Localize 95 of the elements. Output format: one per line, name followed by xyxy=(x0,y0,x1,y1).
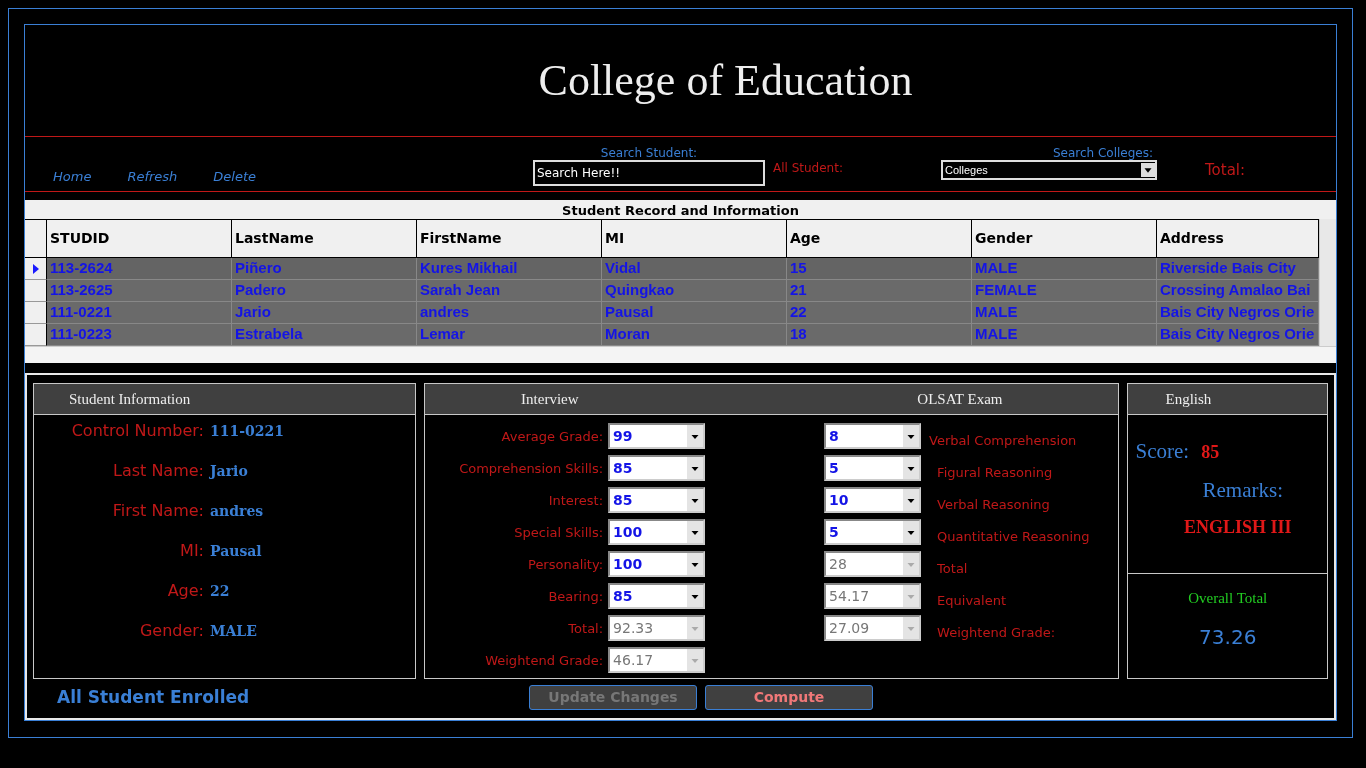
search-field[interactable]: Search Here!! xyxy=(533,160,765,186)
combo-box[interactable]: 10 xyxy=(824,487,922,513)
table-cell: Vidal xyxy=(602,258,787,280)
combo-box[interactable]: 8 xyxy=(824,423,922,449)
row-header[interactable] xyxy=(25,258,47,280)
horizontal-scrollbar[interactable] xyxy=(25,346,1336,363)
field-label: Comprehension Skills: xyxy=(459,460,604,476)
section-title: Student Information xyxy=(69,390,191,408)
field-label: Total xyxy=(937,560,968,576)
section-title: Interview xyxy=(521,390,579,408)
nav-link[interactable]: Refresh xyxy=(127,169,178,184)
field-value: 111-0221 xyxy=(210,423,284,439)
field-label: Bearing: xyxy=(548,588,604,604)
table-cell: 18 xyxy=(787,324,972,346)
field-label: Verbal Comprehension xyxy=(929,432,1077,448)
section-title: OLSAT Exam xyxy=(917,390,1003,408)
colleges-label: Search Colleges: xyxy=(1052,146,1153,160)
search-label: Search Student: xyxy=(600,146,698,160)
table-cell: 21 xyxy=(787,280,972,302)
table-cell: 113-2625 xyxy=(47,280,232,302)
table-cell: MALE xyxy=(972,258,1157,280)
table-cell: 15 xyxy=(787,258,972,280)
table-cell: 22 xyxy=(787,302,972,324)
field-label: Special Skills: xyxy=(514,524,604,540)
table-cell: Piñero xyxy=(232,258,417,280)
table-cell: Pausal xyxy=(602,302,787,324)
table-cell: Estrabela xyxy=(232,324,417,346)
combo-box[interactable]: 5 xyxy=(824,455,922,481)
table-cell: Jario xyxy=(232,302,417,324)
field-label: Total: xyxy=(568,620,604,636)
table-cell: Moran xyxy=(602,324,787,346)
table-cell: Kures Mikhail xyxy=(417,258,602,280)
table-cell: FEMALE xyxy=(972,280,1157,302)
remarks-label: Remarks: xyxy=(1202,478,1283,503)
field-label: Weightend Grade: xyxy=(485,652,604,668)
table-cell: MALE xyxy=(972,324,1157,346)
field-value: andres xyxy=(210,503,264,519)
score-value: 85 xyxy=(1201,442,1220,463)
vertical-scrollbar[interactable] xyxy=(1319,219,1336,346)
combo-box[interactable]: 85 xyxy=(608,487,706,513)
table-cell: 111-0223 xyxy=(47,324,232,346)
table-cell: Bais City Negros Orie xyxy=(1157,302,1319,324)
row-header[interactable] xyxy=(25,302,47,324)
total-label: Total: xyxy=(1205,161,1246,179)
table-cell: Bais City Negros Orie xyxy=(1157,324,1319,346)
table-cell: Padero xyxy=(232,280,417,302)
table-cell: MALE xyxy=(972,302,1157,324)
all-student-label: All Student: xyxy=(773,161,844,175)
field-value: MALE xyxy=(210,623,257,639)
remarks-value: ENGLISH III xyxy=(1183,517,1292,538)
section-title: English xyxy=(1165,390,1212,408)
field-label: Equivalent xyxy=(937,592,1007,608)
overall-total-label: Overall Total xyxy=(1188,590,1268,607)
field-label: MI: xyxy=(179,541,204,560)
field-label: Quantitative Reasoning xyxy=(937,528,1090,544)
row-header[interactable] xyxy=(25,324,47,346)
score-label: Score: xyxy=(1135,439,1190,464)
current-row-icon xyxy=(32,263,39,274)
table-cell: andres xyxy=(417,302,602,324)
table-cell: 111-0221 xyxy=(47,302,232,324)
table-cell: Quingkao xyxy=(602,280,787,302)
table-cell: Crossing Amalao Bai xyxy=(1157,280,1319,302)
combo-box[interactable]: 100 xyxy=(608,519,706,545)
field-label: Personality: xyxy=(528,556,604,572)
colleges-dropdown[interactable]: Colleges xyxy=(941,160,1157,180)
field-value: Jario xyxy=(210,463,248,479)
enrolled-status-text: All Student Enrolled xyxy=(57,687,251,707)
nav-link[interactable]: Home xyxy=(53,169,92,184)
combo-box[interactable]: 85 xyxy=(608,455,706,481)
combo-box[interactable]: 85 xyxy=(608,583,706,609)
nav-link[interactable]: Delete xyxy=(213,169,257,184)
app-title: College of Education xyxy=(538,55,913,106)
field-label: First Name: xyxy=(111,501,204,520)
grid-caption: Student Record and Information xyxy=(561,202,800,219)
combo-box[interactable]: 100 xyxy=(608,551,706,577)
overall-total-value: 73.26 xyxy=(1199,625,1257,649)
field-label: Weightend Grade: xyxy=(937,624,1056,640)
table-cell: 113-2624 xyxy=(47,258,232,280)
field-label: Last Name: xyxy=(112,461,204,480)
field-label: Interest: xyxy=(548,492,604,508)
field-value: 22 xyxy=(210,583,230,599)
field-label: Age: xyxy=(166,581,204,600)
combo-box[interactable]: 5 xyxy=(824,519,922,545)
field-label: Gender: xyxy=(138,621,204,640)
row-header[interactable] xyxy=(25,280,47,302)
action-button[interactable]: Compute xyxy=(705,684,873,710)
table-cell: Lemar xyxy=(417,324,602,346)
table-cell: Riverside Bais City xyxy=(1157,258,1319,280)
table-cell: Sarah Jean xyxy=(417,280,602,302)
field-value: Pausal xyxy=(210,543,262,559)
field-label: Figural Reasoning xyxy=(937,464,1053,480)
field-label: Control Number: xyxy=(70,421,204,440)
field-label: Verbal Reasoning xyxy=(937,496,1050,512)
combo-box[interactable]: 99 xyxy=(608,423,706,449)
field-label: Average Grade: xyxy=(501,428,604,444)
